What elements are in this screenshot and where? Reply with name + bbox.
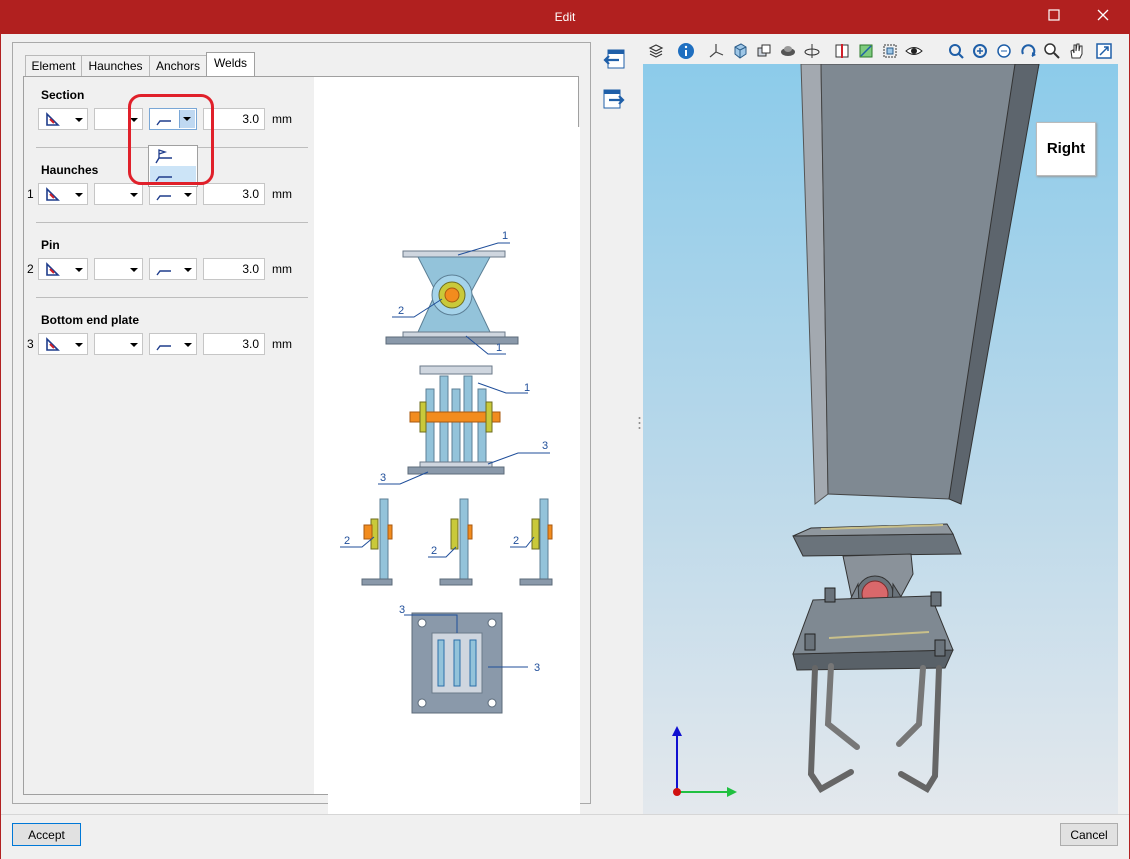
label-weld-2: 2 (431, 545, 437, 557)
clip-box-icon[interactable] (857, 42, 875, 60)
weld-locations-diagram: 1 2 1 1 3 3 2 2 2 3 3 (328, 127, 580, 824)
3d-viewer[interactable]: Right (643, 64, 1118, 835)
label-weld-2: 2 (513, 535, 519, 547)
fit-view-icon[interactable] (1095, 42, 1113, 60)
haunches-weld-thickness-input[interactable]: 3.0 (203, 183, 265, 205)
label-weld-1: 1 (502, 230, 508, 242)
import-arrow-icon[interactable] (601, 46, 627, 72)
layers-icon[interactable] (647, 42, 665, 60)
zoom-factor-icon[interactable] (995, 42, 1013, 60)
rotate-axis-icon[interactable] (803, 42, 821, 60)
bottom-end-plate-weld-type-select[interactable] (149, 333, 197, 355)
label-weld-3: 3 (542, 440, 548, 452)
tab-haunches[interactable]: Haunches (81, 55, 150, 76)
label-weld-3: 3 (399, 604, 405, 616)
zoom-window-icon[interactable] (947, 42, 965, 60)
visibility-eye-icon[interactable] (905, 42, 923, 60)
pin-title: Pin (41, 238, 60, 252)
pin-weld-symbol-select[interactable] (38, 258, 88, 280)
section-weld-symbol-select[interactable] (38, 108, 88, 130)
weld-fillet-icon (156, 195, 171, 201)
window-title: Edit (554, 10, 576, 24)
title-bar: Edit (0, 0, 1130, 34)
pin-number-label: 2 (27, 262, 34, 276)
label-weld-3: 3 (380, 472, 386, 484)
haunches-weld-number-select[interactable] (94, 183, 143, 205)
pin-weld-type-select[interactable] (149, 258, 197, 280)
properties-panel: Element Haunches Anchors Welds Section 3… (12, 42, 591, 824)
weld-fillet-icon (156, 270, 171, 276)
maximize-icon[interactable] (1045, 8, 1063, 26)
splitter-grip[interactable] (638, 416, 641, 430)
viewer-toolbar (643, 39, 1118, 63)
rotate-view-icon[interactable] (1019, 42, 1037, 60)
zoom-icon[interactable] (1043, 42, 1061, 60)
pin-unit-label: mm (272, 262, 292, 276)
haunches-title: Haunches (41, 163, 99, 177)
cancel-button[interactable]: Cancel (1060, 823, 1118, 846)
transparency-icon[interactable] (881, 42, 899, 60)
axes-icon[interactable] (707, 42, 725, 60)
export-arrow-icon[interactable] (601, 86, 627, 112)
haunches-number-label: 1 (27, 187, 34, 201)
view-cube-icon[interactable] (731, 42, 749, 60)
pin-weld-thickness-input[interactable]: 3.0 (203, 258, 265, 280)
label-weld-2: 2 (398, 305, 404, 317)
close-icon[interactable] (1094, 8, 1112, 26)
view-cube[interactable]: Right (1036, 122, 1096, 176)
fillet-weld-symbol-icon (46, 337, 60, 351)
section-plane-icon[interactable] (833, 42, 851, 60)
accept-button[interactable]: Accept (12, 823, 81, 846)
section-unit-label: mm (272, 112, 292, 126)
haunches-weld-symbol-select[interactable] (38, 183, 88, 205)
divider (36, 297, 308, 298)
welds-tab-content: Section 3.0 mm Haunches 1 3.0 mm Pin 2 3… (23, 76, 580, 824)
tab-welds[interactable]: Welds (206, 52, 255, 77)
fillet-weld-symbol-icon (46, 262, 60, 276)
zoom-extents-icon[interactable] (971, 42, 989, 60)
fillet-weld-symbol-icon (46, 187, 60, 201)
object-display-icon[interactable] (755, 42, 773, 60)
bottom-end-plate-weld-number-select[interactable] (94, 333, 143, 355)
bottom-end-plate-unit-label: mm (272, 337, 292, 351)
label-weld-1: 1 (496, 342, 502, 354)
label-weld-3: 3 (534, 662, 540, 674)
fillet-weld-symbol-icon (46, 112, 60, 126)
bottom-end-plate-weld-thickness-input[interactable]: 3.0 (203, 333, 265, 355)
divider (36, 222, 308, 223)
haunches-unit-label: mm (272, 187, 292, 201)
highlight-callout (128, 94, 214, 185)
dialog-footer: Accept Cancel (1, 814, 1129, 859)
dialog-body: Element Haunches Anchors Welds Section 3… (1, 34, 1129, 859)
bottom-end-plate-title: Bottom end plate (41, 313, 139, 327)
bottom-end-plate-weld-symbol-select[interactable] (38, 333, 88, 355)
bottom-end-plate-number-label: 3 (27, 337, 34, 351)
render-mode-icon[interactable] (779, 42, 797, 60)
info-icon[interactable] (677, 42, 695, 60)
tab-element[interactable]: Element (25, 55, 82, 76)
pan-hand-icon[interactable] (1067, 42, 1085, 60)
tab-anchors[interactable]: Anchors (149, 55, 207, 76)
pin-weld-number-select[interactable] (94, 258, 143, 280)
section-title: Section (41, 88, 85, 102)
label-weld-2: 2 (344, 535, 350, 547)
label-weld-1: 1 (524, 382, 530, 394)
weld-fillet-icon (156, 345, 171, 351)
